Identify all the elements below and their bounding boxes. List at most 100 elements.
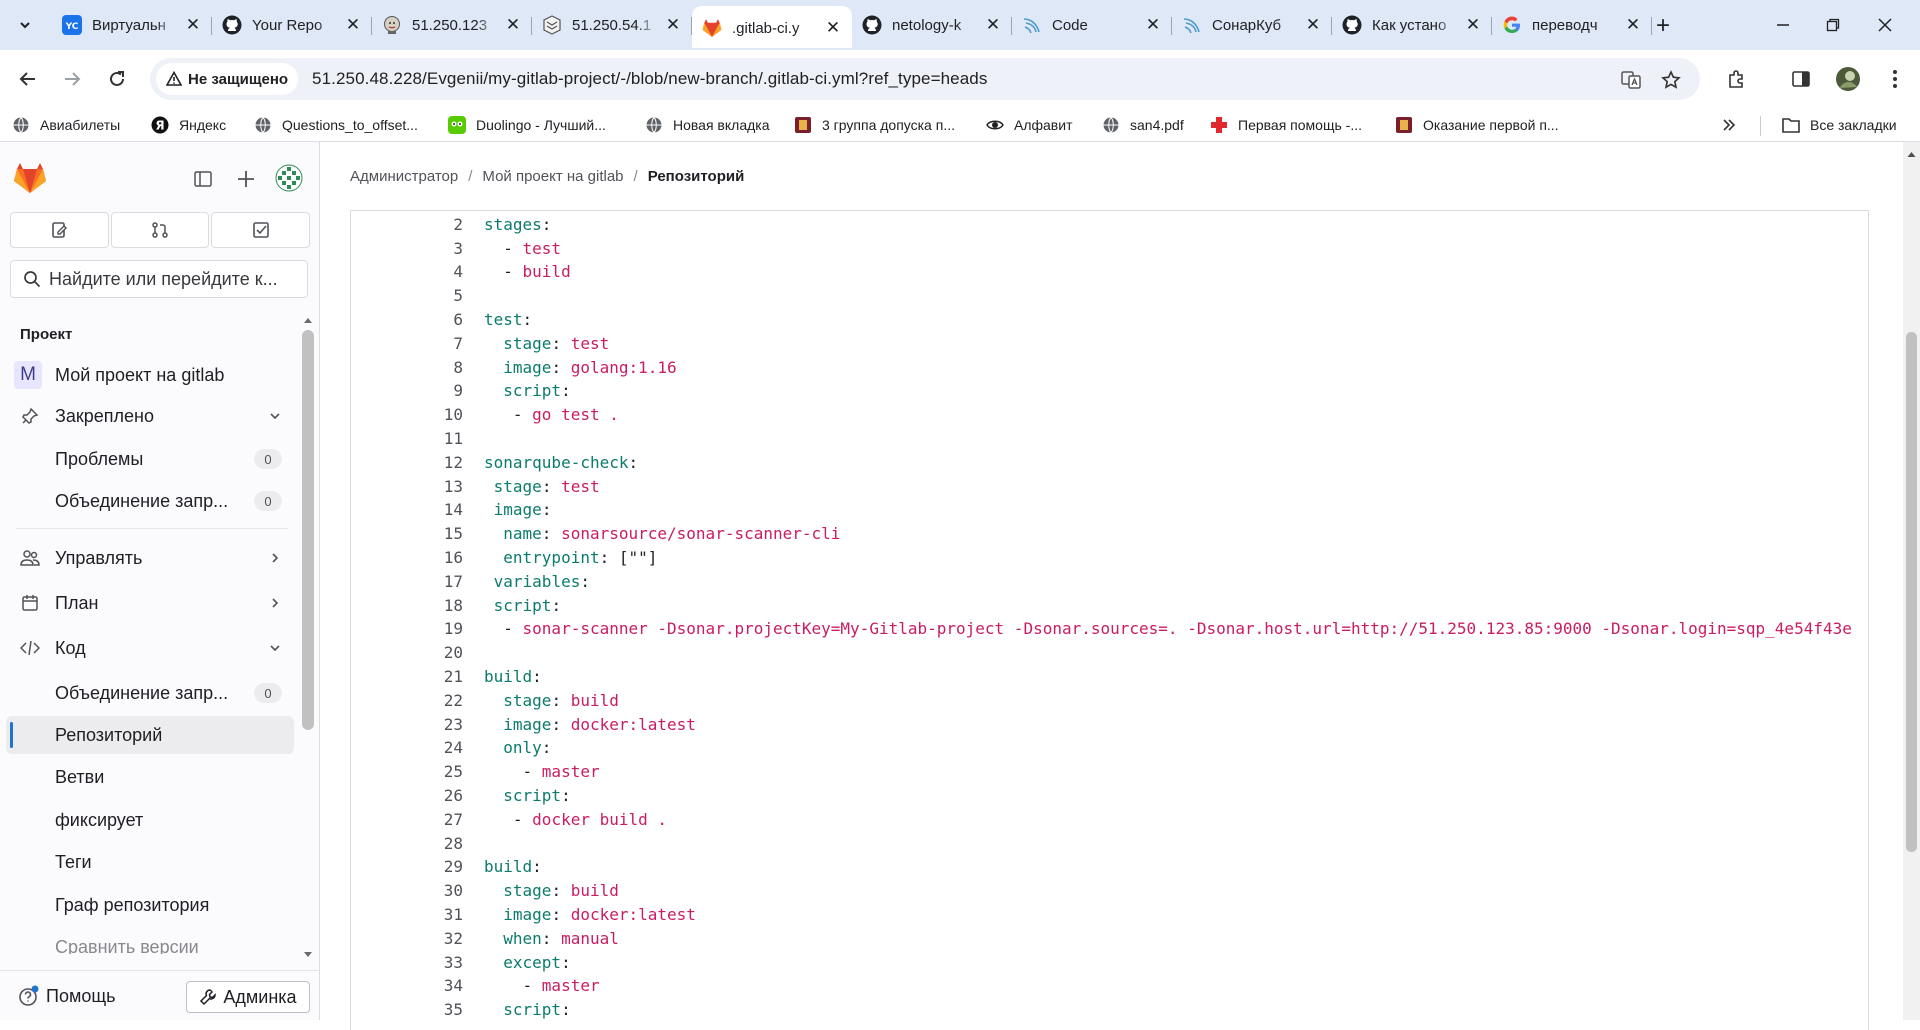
line-number[interactable]: 20 — [351, 641, 463, 665]
bookmark-item[interactable]: Авиабилеты — [12, 115, 120, 135]
line-number[interactable]: 30 — [351, 879, 463, 903]
maximize-button[interactable] — [1818, 12, 1848, 38]
browser-menu-button[interactable] — [1880, 64, 1910, 94]
sidebar-item-manage[interactable]: Управлять — [6, 539, 294, 577]
line-number[interactable]: 11 — [351, 427, 463, 451]
bookmark-item[interactable]: 3 группа допуска п... — [794, 115, 955, 135]
sidebar-item-pinned[interactable]: Закреплено — [6, 397, 294, 435]
line-number[interactable]: 2 — [351, 213, 463, 237]
gitlab-logo[interactable] — [13, 162, 47, 194]
line-number[interactable]: 12 — [351, 451, 463, 475]
create-new-button[interactable] — [236, 169, 256, 189]
breadcrumb-item-user[interactable]: Администратор — [350, 168, 458, 185]
line-number[interactable]: 16 — [351, 546, 463, 570]
help-button[interactable]: Помощь — [18, 985, 116, 1007]
bookmark-item[interactable]: Алфавит — [986, 115, 1072, 135]
line-number[interactable]: 19 — [351, 617, 463, 641]
new-tab-button[interactable]: + — [1649, 12, 1677, 40]
tab[interactable]: 51.250.123 ✕ — [372, 8, 532, 42]
line-number[interactable]: 10 — [351, 403, 463, 427]
line-number[interactable]: 31 — [351, 903, 463, 927]
more-bookmarks-button[interactable] — [1722, 115, 1736, 135]
close-tab-icon[interactable]: ✕ — [504, 15, 522, 34]
tab[interactable]: переводч ✕ — [1492, 8, 1652, 42]
toggle-sidebar-button[interactable] — [194, 170, 212, 188]
sidebar-item-commits[interactable]: фиксирует — [6, 801, 294, 839]
user-avatar[interactable] — [275, 164, 303, 192]
close-tab-icon[interactable]: ✕ — [1624, 15, 1642, 34]
close-tab-icon[interactable]: ✕ — [664, 15, 682, 34]
sidebar-item-compare[interactable]: Сравнить версии — [6, 928, 294, 955]
line-number[interactable]: 26 — [351, 784, 463, 808]
line-number[interactable]: 18 — [351, 594, 463, 618]
close-tab-icon[interactable]: ✕ — [1144, 15, 1162, 34]
close-tab-icon[interactable]: ✕ — [344, 15, 362, 34]
line-number[interactable]: 22 — [351, 689, 463, 713]
tab[interactable]: Your Repo ✕ — [212, 8, 372, 42]
admin-area-button[interactable]: Админка — [186, 981, 310, 1013]
sidebar-item-merge-requests[interactable]: Объединение запр... 0 — [6, 674, 294, 712]
merge-requests-button[interactable] — [110, 212, 210, 248]
sidebar-item-tags[interactable]: Теги — [6, 843, 294, 881]
tab-active[interactable]: .gitlab-ci.y ✕ — [692, 6, 852, 48]
sidebar-item-code[interactable]: Код — [6, 629, 294, 667]
line-number[interactable]: 5 — [351, 284, 463, 308]
sidebar-item-issues[interactable]: Проблемы 0 — [6, 440, 294, 478]
line-number[interactable]: 27 — [351, 808, 463, 832]
security-chip[interactable]: Не защищено — [156, 63, 299, 95]
close-tab-icon[interactable]: ✕ — [824, 18, 842, 37]
line-number[interactable]: 21 — [351, 665, 463, 689]
sidebar-search-button[interactable]: Найдите или перейдите к... — [10, 260, 308, 298]
line-number[interactable]: 24 — [351, 736, 463, 760]
sidebar-item-repository[interactable]: Репозиторий — [6, 716, 294, 754]
breadcrumb-item-project[interactable]: Мой проект на gitlab — [482, 168, 623, 185]
sidebar-item-branches[interactable]: Ветви — [6, 758, 294, 796]
tab-search-button[interactable] — [12, 12, 38, 38]
line-number[interactable]: 8 — [351, 356, 463, 380]
line-number[interactable]: 4 — [351, 260, 463, 284]
line-number[interactable]: 7 — [351, 332, 463, 356]
todo-list-button[interactable] — [211, 212, 311, 248]
bookmark-item[interactable]: Первая помощь -... — [1210, 115, 1362, 135]
minimize-button[interactable] — [1768, 12, 1798, 38]
address-bar[interactable]: Не защищено 51.250.48.228/Evgenii/my-git… — [150, 58, 1700, 100]
line-number[interactable]: 6 — [351, 308, 463, 332]
sidebar-item-project[interactable]: M Мой проект на gitlab — [6, 356, 294, 394]
line-number[interactable]: 35 — [351, 998, 463, 1022]
url-text[interactable]: 51.250.48.228/Evgenii/my-gitlab-project/… — [312, 69, 987, 89]
all-bookmarks-button[interactable]: Все закладки — [1782, 115, 1897, 135]
extensions-button[interactable] — [1722, 64, 1752, 94]
close-tab-icon[interactable]: ✕ — [184, 15, 202, 34]
close-tab-icon[interactable]: ✕ — [984, 15, 1002, 34]
bookmark-item[interactable]: Оказание первой п... — [1395, 115, 1559, 135]
side-panel-button[interactable] — [1786, 64, 1816, 94]
line-number[interactable]: 32 — [351, 927, 463, 951]
translate-icon[interactable] — [1620, 69, 1642, 91]
tab[interactable]: СонарКуб ✕ — [1172, 8, 1332, 42]
tab[interactable]: Code ✕ — [1012, 8, 1172, 42]
bookmark-item[interactable]: Я Яндекс — [151, 115, 226, 135]
bookmark-item[interactable]: Новая вкладка — [645, 115, 770, 135]
line-number[interactable]: 25 — [351, 760, 463, 784]
reload-button[interactable] — [102, 64, 132, 94]
bookmark-item[interactable]: Questions_to_offset... — [254, 115, 418, 135]
close-tab-icon[interactable]: ✕ — [1304, 15, 1322, 34]
page-scrollbar[interactable] — [1903, 142, 1920, 1020]
close-tab-icon[interactable]: ✕ — [1464, 15, 1482, 34]
sidebar-item-merge-requests-pinned[interactable]: Объединение запр... 0 — [6, 482, 294, 520]
tab[interactable]: 51.250.54.1 ✕ — [532, 8, 692, 42]
bookmark-item[interactable]: san4.pdf — [1102, 115, 1184, 135]
tab[interactable]: YC Виртуальн ✕ — [52, 8, 212, 42]
line-number[interactable]: 14 — [351, 498, 463, 522]
profile-avatar[interactable] — [1833, 64, 1863, 94]
forward-button[interactable] — [57, 64, 87, 94]
line-number[interactable]: 13 — [351, 475, 463, 499]
sidebar-scrollbar[interactable] — [300, 314, 316, 962]
bookmark-star-icon[interactable] — [1660, 69, 1682, 91]
assigned-issues-button[interactable] — [10, 212, 109, 248]
line-number[interactable]: 17 — [351, 570, 463, 594]
line-number[interactable]: 33 — [351, 951, 463, 975]
sidebar-item-plan[interactable]: План — [6, 584, 294, 622]
sidebar-item-repository-graph[interactable]: Граф репозитория — [6, 886, 294, 924]
bookmark-item[interactable]: Duolingo - Лучший... — [448, 115, 606, 135]
